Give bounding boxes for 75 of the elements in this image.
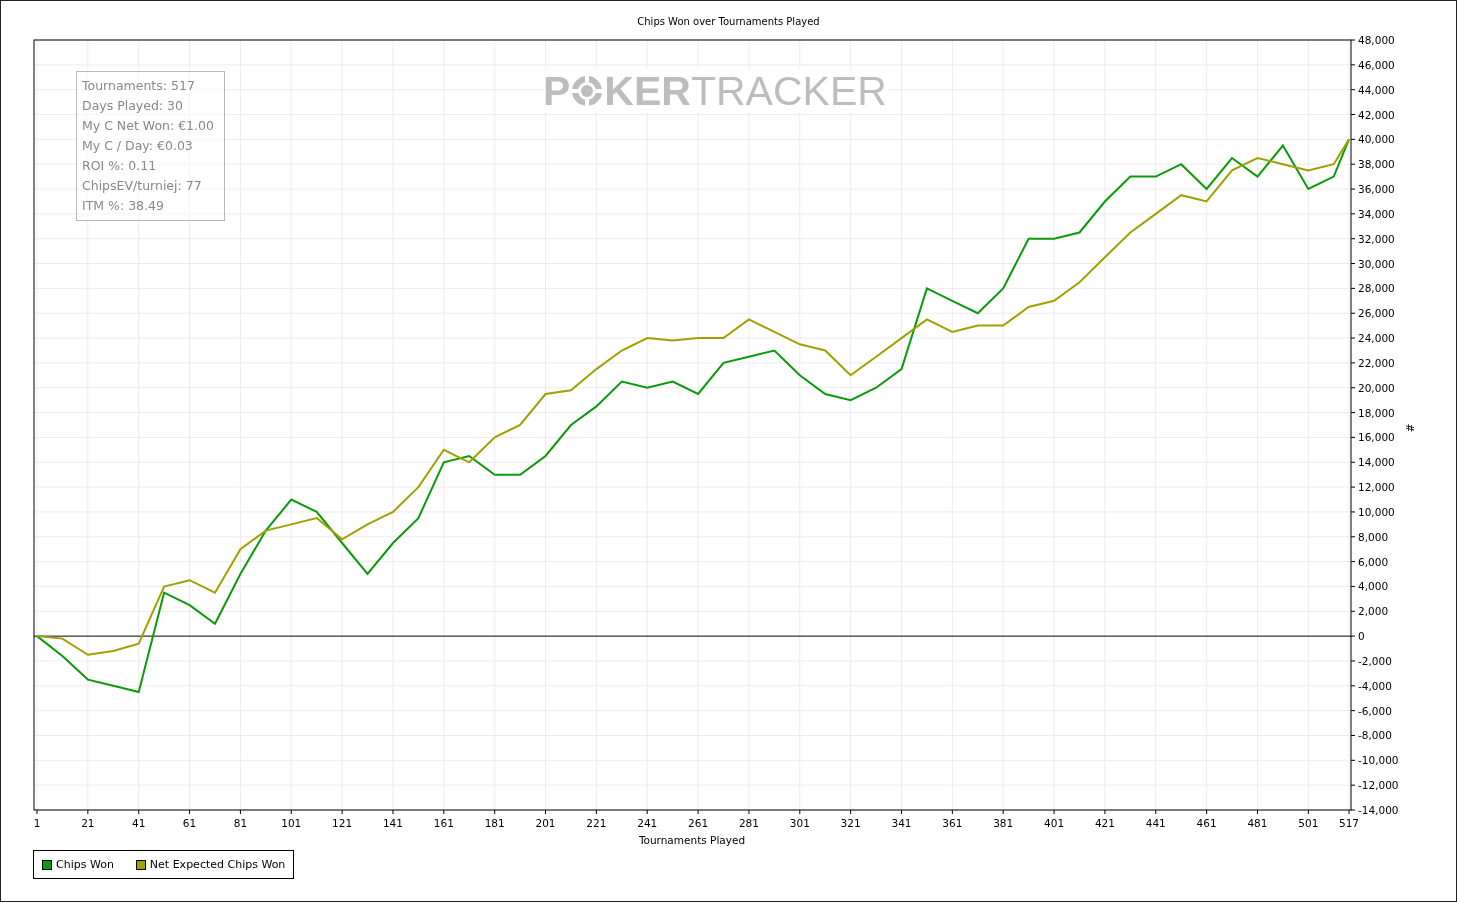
y-tick-label: 22,000: [1358, 356, 1395, 369]
x-tick-label: 21: [81, 817, 95, 829]
y-tick-label: -6,000: [1358, 704, 1392, 717]
x-tick-label: 517: [1339, 817, 1359, 829]
x-axis-title: Tournaments Played: [638, 834, 746, 846]
x-tick-label: 281: [738, 817, 759, 829]
watermark-text: TRACKER: [690, 69, 887, 113]
stat-text: My C Net Won: €1.00: [82, 117, 214, 135]
stat-text: My C / Day: €0.03: [82, 137, 194, 155]
x-tick-label: 81: [233, 817, 248, 829]
y-tick-label: 8,000: [1358, 530, 1389, 543]
y-tick-label: -14,000: [1358, 804, 1399, 816]
watermark-text: P: [543, 69, 571, 113]
y-tick-label: 44,000: [1358, 83, 1395, 96]
x-tick-label: 501: [1298, 817, 1319, 829]
y-tick-label: 28,000: [1358, 282, 1395, 295]
y-tick-label: 16,000: [1358, 431, 1395, 444]
x-tick-label: 261: [688, 817, 709, 829]
y-tick-label: -2,000: [1358, 654, 1392, 667]
x-tick-label: 481: [1247, 817, 1268, 829]
x-tick-label: 221: [586, 817, 607, 829]
x-tick-label: 141: [382, 817, 403, 829]
y-axis-title: #: [1404, 423, 1416, 433]
x-tick-label: 421: [1094, 817, 1115, 829]
y-tick-label: -12,000: [1358, 779, 1399, 792]
x-tick-label: 241: [637, 817, 658, 829]
y-tick-label: -8,000: [1358, 729, 1392, 742]
poker-chip-icon: [571, 75, 604, 107]
y-tick-label: -4,000: [1358, 679, 1392, 692]
x-tick-label: 321: [840, 817, 861, 829]
x-tick-label: 1: [33, 817, 41, 829]
y-tick-label: 40,000: [1358, 133, 1395, 146]
y-tick-label: 48,000: [1358, 34, 1395, 46]
x-tick-label: 461: [1196, 817, 1217, 829]
x-tick-label: 301: [789, 817, 810, 829]
y-tick-label: 26,000: [1358, 307, 1395, 320]
y-tick-label: 20,000: [1358, 381, 1395, 394]
stat-text: Tournaments: 517: [82, 77, 196, 95]
x-tick-label: 201: [535, 817, 556, 829]
y-tick-label: 46,000: [1358, 58, 1395, 71]
x-tick-label: 101: [281, 817, 302, 829]
x-tick-label: 361: [942, 817, 963, 829]
stat-text: Days Played: 30: [82, 97, 184, 115]
x-tick-label: 61: [182, 817, 197, 829]
y-tick-label: -10,000: [1358, 754, 1399, 767]
y-tick-label: 34,000: [1358, 207, 1395, 220]
y-tick-label: 12,000: [1358, 481, 1395, 494]
legend-label: Net Expected Chips Won: [149, 858, 286, 871]
chart-title: Chips Won over Tournaments Played: [637, 16, 820, 28]
y-tick-label: 18,000: [1358, 406, 1395, 419]
x-tick-label: 381: [993, 817, 1014, 829]
stat-text: ChipsEV/turniej: 77: [82, 177, 203, 195]
y-tick-label: 2,000: [1358, 605, 1389, 618]
x-tick-label: 41: [132, 817, 146, 829]
watermark-text: KER: [604, 69, 691, 113]
x-tick-label: 341: [891, 817, 912, 829]
y-tick-label: 38,000: [1358, 158, 1395, 171]
y-tick-label: 36,000: [1358, 183, 1395, 196]
legend-label: Chips Won: [56, 858, 114, 871]
x-tick-label: 161: [433, 817, 454, 829]
y-tick-label: 30,000: [1358, 257, 1395, 270]
y-tick-label: 24,000: [1358, 332, 1395, 345]
x-tick-label: 441: [1145, 817, 1166, 829]
y-tick-label: 0: [1358, 630, 1365, 643]
x-tick-label: 401: [1044, 817, 1065, 829]
y-tick-label: 32,000: [1358, 232, 1395, 245]
stat-text: ITM %: 38.49: [82, 197, 165, 215]
x-tick-label: 121: [332, 817, 353, 829]
y-tick-label: 6,000: [1358, 555, 1389, 568]
x-tick-label: 181: [484, 817, 505, 829]
y-tick-label: 14,000: [1358, 456, 1395, 469]
y-tick-label: 42,000: [1358, 108, 1395, 121]
stat-text: ROI %: 0.11: [82, 157, 158, 175]
y-tick-label: 4,000: [1358, 580, 1389, 593]
y-tick-label: 10,000: [1358, 505, 1395, 518]
